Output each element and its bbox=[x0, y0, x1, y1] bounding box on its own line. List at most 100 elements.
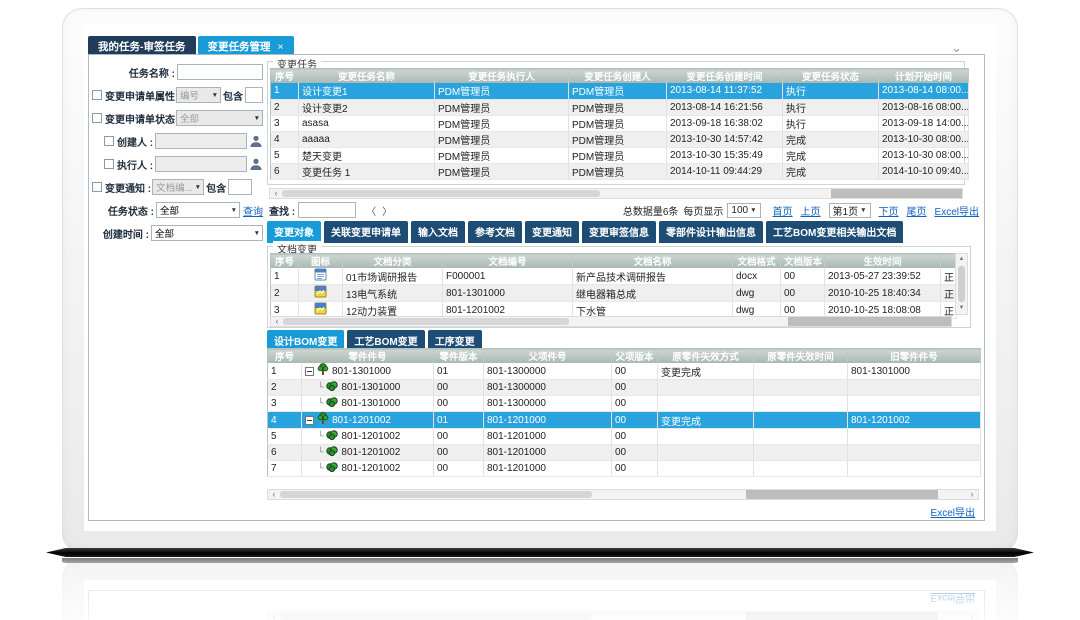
find-next-icon[interactable]: 〉 bbox=[382, 203, 392, 218]
scrollbar-dark-segment bbox=[746, 490, 938, 499]
request-attr-contains-input[interactable] bbox=[245, 87, 263, 103]
doc-table-vscrollbar[interactable]: ▲ ▼ bbox=[955, 253, 968, 315]
user-icon[interactable] bbox=[249, 157, 263, 171]
next-page-link[interactable]: 下页 bbox=[879, 203, 899, 218]
detail-tab-5[interactable]: 变更审签信息 bbox=[582, 221, 656, 243]
task-name-input[interactable] bbox=[177, 64, 263, 80]
detail-tab-4[interactable]: 变更通知 bbox=[525, 221, 579, 243]
scrollbar-thumb[interactable] bbox=[283, 318, 569, 325]
scrollbar-dark-segment bbox=[788, 317, 951, 326]
bom-table-row[interactable]: 2└801-130100000801-130000000 bbox=[268, 380, 981, 396]
task-table-row[interactable]: 4aaaaaPDM管理员PDM管理员2013-10-30 14:57:42完成2… bbox=[271, 131, 969, 147]
bom-excel-export-link[interactable]: Excel导出 bbox=[931, 504, 975, 519]
change-notice-checkbox[interactable] bbox=[92, 182, 102, 192]
cell: docx bbox=[733, 268, 781, 285]
task-table-row[interactable]: 5楚天变更PDM管理员PDM管理员2013-10-30 15:35:49完成20… bbox=[271, 147, 969, 163]
column-header: 原零件失效方式 bbox=[658, 349, 754, 364]
creator-input[interactable] bbox=[155, 133, 247, 149]
find-input[interactable] bbox=[298, 202, 356, 218]
task-table-row[interactable]: 3asasaPDM管理员PDM管理员2013-09-18 16:38:02执行2… bbox=[271, 115, 969, 131]
task-change-groupbox: 变更任务 序号变更任务名称变更任务执行人变更任务创建人变更任务创建时间变更任务状… bbox=[267, 61, 965, 185]
tree-node-icon bbox=[317, 363, 329, 379]
docx-icon bbox=[299, 268, 343, 285]
bom-table-row[interactable]: 6└801-120100200801-120100000 bbox=[268, 445, 981, 461]
cell: 2013-08-14 16:21:56 bbox=[667, 99, 783, 115]
detail-tab-2[interactable]: 输入文档 bbox=[411, 221, 465, 243]
bom-table-row[interactable]: 7└801-120100200801-120100000 bbox=[268, 461, 981, 477]
collapse-node-icon[interactable] bbox=[305, 367, 314, 376]
cell: 801-1201002 bbox=[848, 412, 981, 429]
bom-table-row[interactable]: 4801-120100201801-120100000变更完成801-12010… bbox=[268, 412, 981, 429]
scrollbar-thumb[interactable] bbox=[280, 491, 592, 498]
task-table-row[interactable]: 6变更任务 1PDM管理员PDM管理员2014-10-11 09:44:29完成… bbox=[271, 163, 969, 179]
collapse-panel-icon[interactable]: ⌄ bbox=[951, 44, 962, 52]
detail-tab-3[interactable]: 参考文档 bbox=[468, 221, 522, 243]
creator-checkbox[interactable] bbox=[104, 136, 114, 146]
cell bbox=[754, 412, 848, 429]
scroll-left-icon[interactable]: ‹ bbox=[271, 317, 283, 326]
task-table-hscrollbar[interactable]: ‹ bbox=[269, 188, 963, 199]
excel-export-link[interactable]: Excel导出 bbox=[935, 203, 979, 218]
scroll-up-icon[interactable]: ▲ bbox=[959, 254, 965, 265]
executor-input[interactable] bbox=[155, 156, 247, 172]
app-panel: 任务名称 : 变更申请单属性 编号 ▼ 包含 变更申请单状态 bbox=[88, 54, 985, 521]
detail-tab-6[interactable]: 零部件设计输出信息 bbox=[659, 221, 763, 243]
doc-table-row[interactable]: 101市场调研报告F000001新产品技术调研报告docx002013-05-2… bbox=[271, 268, 957, 285]
bom-table-row[interactable]: 1801-130100001801-130000000变更完成801-13010… bbox=[268, 363, 981, 380]
cell bbox=[848, 396, 981, 412]
request-status-checkbox[interactable] bbox=[92, 113, 102, 123]
tab-label: 我的任务-审签任务 bbox=[98, 41, 186, 53]
user-icon[interactable] bbox=[249, 134, 263, 148]
bom-table-row[interactable]: 5└801-120100200801-120100000 bbox=[268, 429, 981, 445]
detail-tab-7[interactable]: 工艺BOM变更相关输出文档 bbox=[766, 221, 903, 243]
cell: PDM管理员 bbox=[569, 131, 667, 147]
first-page-link[interactable]: 首页 bbox=[773, 203, 793, 218]
request-status-select[interactable]: 全部 ▼ bbox=[176, 110, 263, 126]
close-icon[interactable]: × bbox=[278, 41, 284, 53]
detail-tab-1[interactable]: 关联变更申请单 bbox=[324, 221, 408, 243]
cell: 01 bbox=[434, 363, 484, 380]
task-status-select[interactable]: 全部 ▼ bbox=[156, 202, 240, 218]
column-header: 零件件号 bbox=[302, 349, 434, 364]
change-notice-contains-input[interactable] bbox=[228, 179, 252, 195]
cell bbox=[848, 429, 981, 445]
scrollbar-thumb[interactable] bbox=[958, 266, 965, 302]
request-attr-select[interactable]: 编号 ▼ bbox=[176, 87, 221, 103]
bom-table-hscrollbar[interactable]: ‹ › bbox=[267, 489, 979, 500]
leaf-node-icon bbox=[326, 461, 338, 476]
doc-table-row[interactable]: 213电气系统801-1301000继电器箱总成dwg002010-10-25 … bbox=[271, 285, 957, 302]
page-size-select[interactable]: 100 ▼ bbox=[727, 203, 760, 218]
detail-tab-0[interactable]: 变更对象 bbox=[267, 221, 321, 243]
doc-table-hscrollbar[interactable]: ‹ bbox=[270, 316, 952, 327]
filter-row-create-time: 创建时间 : 全部 ▼ bbox=[92, 224, 263, 242]
task-table-row[interactable]: 2设计变更2PDM管理员PDM管理员2013-08-14 16:21:56执行2… bbox=[271, 99, 969, 115]
scroll-right-icon[interactable]: › bbox=[966, 490, 978, 499]
prev-page-link[interactable]: 上页 bbox=[801, 203, 821, 218]
cell: 2013-08-14 08:00... bbox=[879, 83, 969, 99]
bom-table-row[interactable]: 3└801-130100000801-130000000 bbox=[268, 396, 981, 412]
query-link[interactable]: 查询 bbox=[243, 203, 263, 218]
page-number-select[interactable]: 第1页 ▼ bbox=[829, 203, 871, 218]
cell: 完成 bbox=[783, 147, 879, 163]
scroll-down-icon[interactable]: ▼ bbox=[959, 303, 965, 314]
cell: 2013-10-30 14:57:42 bbox=[667, 131, 783, 147]
cell: PDM管理员 bbox=[569, 99, 667, 115]
find-prev-icon[interactable]: 〈 bbox=[366, 203, 376, 218]
scroll-left-icon[interactable]: ‹ bbox=[270, 189, 282, 198]
leaf-node-icon bbox=[326, 429, 338, 444]
executor-checkbox[interactable] bbox=[104, 159, 114, 169]
request-attr-checkbox[interactable] bbox=[92, 90, 102, 100]
create-time-select[interactable]: 全部 ▼ bbox=[151, 225, 263, 241]
task-table-row[interactable]: 1设计变更1PDM管理员PDM管理员2013-08-14 11:37:52执行2… bbox=[271, 83, 969, 99]
collapse-node-icon[interactable] bbox=[305, 416, 314, 425]
cell: PDM管理员 bbox=[435, 83, 569, 99]
scroll-left-icon[interactable]: ‹ bbox=[268, 490, 280, 499]
scrollbar-thumb[interactable] bbox=[282, 190, 600, 197]
last-page-link[interactable]: 尾页 bbox=[907, 203, 927, 218]
change-notice-select[interactable]: 文档编... ▼ bbox=[152, 179, 204, 195]
cell: PDM管理员 bbox=[569, 83, 667, 99]
cell: 2013-10-30 08:00... bbox=[879, 131, 969, 147]
task-table-header: 序号变更任务名称变更任务执行人变更任务创建人变更任务创建时间变更任务状态计划开始… bbox=[271, 69, 969, 84]
cell: 4 bbox=[268, 412, 302, 429]
find-label: 查找 : bbox=[269, 203, 295, 218]
